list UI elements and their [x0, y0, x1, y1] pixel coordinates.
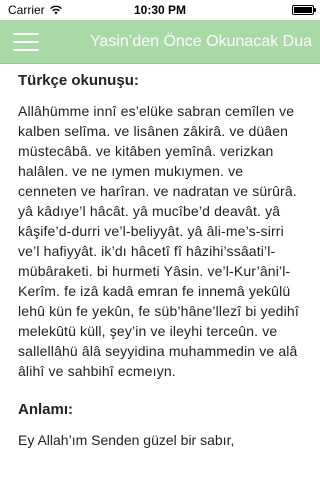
hamburger-menu-icon[interactable]	[13, 30, 43, 54]
meaning-heading: Anlamı:	[18, 401, 74, 418]
prayer-content[interactable]: Türkçe okunuşu: Allâhümme innî es’elüke …	[0, 64, 320, 480]
page-title: Yasin’den Önce Okunacak Dua	[89, 32, 312, 50]
status-right	[292, 5, 320, 15]
meaning-text: Ey Allah’ım Senden güzel bir sabır,	[18, 432, 235, 448]
battery-icon	[292, 5, 316, 15]
menu-bar-line	[13, 48, 39, 51]
battery-fill	[294, 7, 312, 13]
status-bar: Carrier 10:30 PM	[0, 0, 320, 20]
menu-bar-line	[13, 32, 39, 35]
status-left: Carrier	[0, 3, 63, 17]
carrier-label: Carrier	[8, 3, 45, 17]
turkish-reading-heading: Türkçe okunuşu:	[18, 72, 139, 89]
wifi-icon	[49, 5, 63, 15]
turkish-reading-text: Allâhümme innî es’elüke sabran cemîlen v…	[18, 103, 299, 379]
navigation-bar: Yasin’den Önce Okunacak Dua	[0, 20, 320, 64]
menu-bar-line	[13, 40, 39, 43]
